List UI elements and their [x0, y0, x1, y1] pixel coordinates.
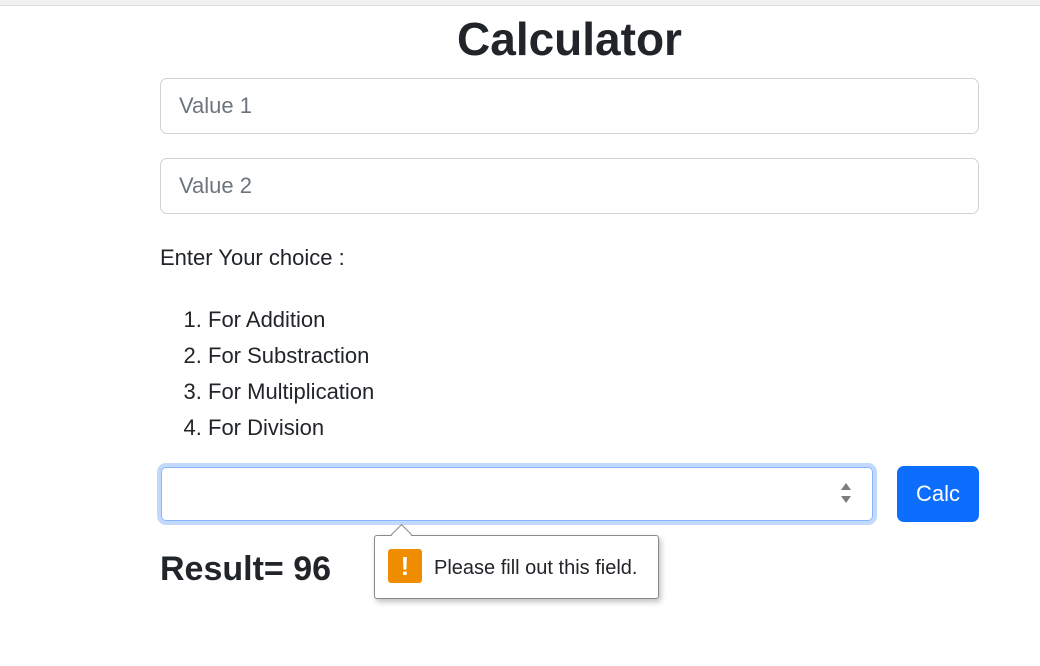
warning-icon: !: [388, 549, 422, 583]
choice-label: Enter Your choice :: [160, 245, 345, 270]
choice-number-input[interactable]: [161, 467, 873, 521]
validation-message: Please fill out this field.: [434, 557, 638, 579]
validation-tooltip: ! Please fill out this field.: [374, 523, 659, 599]
choice-option-addition: For Addition: [208, 302, 374, 338]
tooltip-arrow: [390, 523, 413, 546]
value1-input[interactable]: [160, 78, 979, 134]
result-text: Result= 96: [160, 550, 332, 588]
calc-button[interactable]: Calc: [897, 466, 979, 522]
choice-list: For Addition For Substraction For Multip…: [160, 302, 374, 446]
spinner-up-icon[interactable]: [841, 483, 851, 490]
choice-option-multiplication: For Multiplication: [208, 374, 374, 410]
choice-input-focus-ring: [157, 463, 877, 525]
choice-option-division: For Division: [208, 410, 374, 446]
page-title: Calculator: [457, 13, 682, 65]
value2-input[interactable]: [160, 158, 979, 214]
number-spinner[interactable]: [839, 479, 853, 507]
choice-option-subtraction: For Substraction: [208, 338, 374, 374]
spinner-down-icon[interactable]: [841, 496, 851, 503]
